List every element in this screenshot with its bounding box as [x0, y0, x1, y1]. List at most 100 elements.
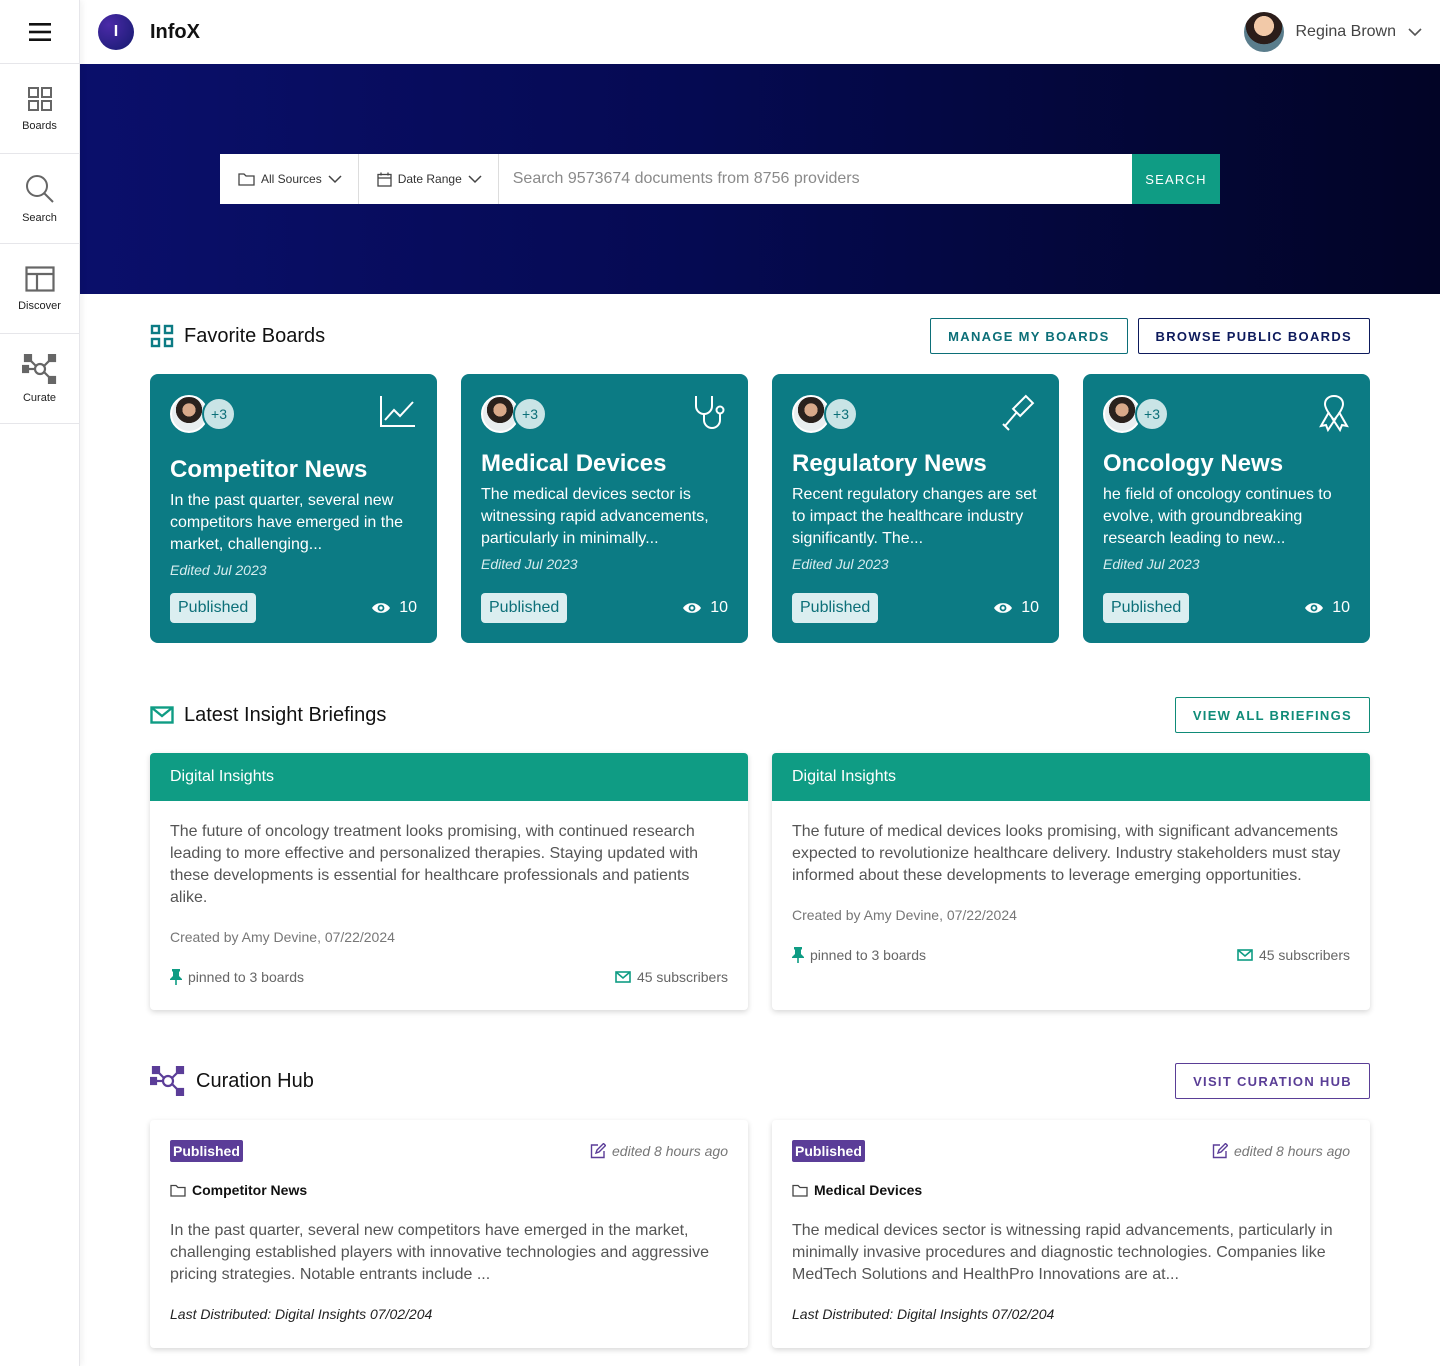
briefing-card[interactable]: Digital Insights The future of oncology … — [150, 753, 748, 1010]
eye-icon — [994, 603, 1013, 613]
ribbon-icon — [1319, 395, 1349, 432]
board-card[interactable]: +3 Competitor News In the past quarter, … — [150, 374, 437, 643]
last-distributed: Last Distributed: Digital Insights 07/02… — [792, 1306, 1055, 1322]
briefings-header: Latest Insight Briefings VIEW ALL BRIEFI… — [150, 697, 1370, 733]
mail-icon — [150, 706, 174, 724]
pin-icon — [170, 969, 182, 985]
status-badge: Published — [1103, 593, 1190, 623]
board-name: Competitor News — [192, 1182, 308, 1198]
app-logo[interactable]: I — [98, 14, 134, 50]
pinned-text: pinned to 3 boards — [188, 969, 304, 985]
subscribers-text: 45 subscribers — [636, 969, 728, 985]
favorite-boards-list: +3 Competitor News In the past quarter, … — [150, 374, 1370, 643]
view-count-value: 10 — [1021, 599, 1039, 616]
status-badge: Published — [170, 1140, 243, 1162]
sources-label: All Sources — [261, 172, 322, 186]
edited-text: edited 8 hours ago — [612, 1143, 728, 1159]
briefing-text: The future of medical devices looks prom… — [792, 823, 1341, 884]
board-edited: Edited Jul 2023 — [792, 556, 889, 572]
more-members-badge: +3 — [513, 397, 547, 431]
sidebar-item-label: Boards — [22, 119, 57, 132]
pin-icon — [792, 947, 804, 963]
date-range-dropdown[interactable]: Date Range — [359, 154, 499, 204]
hamburger-icon — [28, 22, 51, 41]
hero-banner: All Sources Date Range SEARCH — [80, 64, 1440, 294]
search-input[interactable] — [498, 154, 1132, 204]
folder-icon — [170, 1184, 186, 1197]
board-description: The medical devices sector is witnessing… — [481, 486, 709, 547]
edited-info: edited 8 hours ago — [590, 1143, 728, 1159]
browse-public-boards-button[interactable]: BROWSE PUBLIC BOARDS — [1137, 318, 1370, 354]
stethoscope-icon — [695, 396, 725, 429]
search-icon — [25, 174, 54, 203]
board-edited: Edited Jul 2023 — [1103, 556, 1200, 572]
curation-list: Published edited 8 hours ago Competitor … — [150, 1120, 1370, 1348]
view-all-briefings-button[interactable]: VIEW ALL BRIEFINGS — [1174, 697, 1370, 733]
board-card[interactable]: +3 Medical Devices The medical devices s… — [461, 374, 748, 643]
board-reference: Medical Devices — [792, 1182, 1350, 1198]
curation-card[interactable]: Published edited 8 hours ago Medical Dev… — [772, 1120, 1370, 1348]
folder-icon — [792, 1184, 808, 1197]
edit-icon — [590, 1143, 607, 1159]
folder-icon — [238, 173, 255, 186]
board-card[interactable]: +3 Regulatory News Recent regulatory cha… — [772, 374, 1059, 643]
more-members-badge: +3 — [202, 397, 236, 431]
search-button[interactable]: SEARCH — [1132, 154, 1220, 204]
edit-icon — [1212, 1143, 1229, 1159]
sidebar-item-search[interactable]: Search — [0, 154, 79, 244]
board-reference: Competitor News — [170, 1182, 728, 1198]
sidebar-item-label: Discover — [18, 299, 61, 312]
board-name: Medical Devices — [814, 1182, 923, 1198]
status-badge: Published — [792, 1140, 865, 1162]
briefing-header: Digital Insights — [772, 753, 1370, 801]
view-count: 10 — [371, 599, 417, 617]
board-title: Medical Devices — [481, 450, 667, 477]
board-edited: Edited Jul 2023 — [170, 562, 267, 578]
pinned-text: pinned to 3 boards — [810, 947, 926, 963]
section-title: Favorite Boards — [184, 324, 326, 347]
sidebar: Boards Search Discover Curate — [0, 0, 80, 1366]
avatar — [1243, 12, 1284, 52]
sidebar-item-discover[interactable]: Discover — [0, 244, 79, 334]
curation-card[interactable]: Published edited 8 hours ago Competitor … — [150, 1120, 748, 1348]
menu-button[interactable] — [0, 0, 79, 64]
subscribers-info: 45 subscribers — [615, 969, 728, 985]
manage-boards-button[interactable]: MANAGE MY BOARDS — [930, 318, 1128, 354]
more-members-badge: +3 — [1135, 397, 1169, 431]
status-badge: Published — [170, 593, 257, 623]
sidebar-item-curate[interactable]: Curate — [0, 334, 79, 424]
chevron-down-icon — [468, 174, 482, 183]
network-icon — [21, 353, 56, 384]
board-title: Competitor News — [170, 456, 368, 483]
board-description: In the past quarter, several new competi… — [170, 492, 404, 553]
section-title: Curation Hub — [196, 1069, 314, 1092]
chevron-down-icon — [328, 174, 342, 183]
curation-text: In the past quarter, several new competi… — [170, 1222, 710, 1283]
mail-icon — [615, 971, 631, 983]
gavel-icon — [1002, 394, 1035, 431]
user-name: Regina Brown — [1295, 23, 1397, 40]
app-name: InfoX — [150, 20, 200, 43]
briefing-card[interactable]: Digital Insights The future of medical d… — [772, 753, 1370, 1010]
board-card[interactable]: +3 Oncology News he field of oncology co… — [1083, 374, 1370, 643]
sidebar-item-label: Curate — [22, 391, 57, 404]
board-edited: Edited Jul 2023 — [481, 556, 578, 572]
visit-curation-hub-button[interactable]: VISIT CURATION HUB — [1175, 1063, 1370, 1099]
view-count-value: 10 — [710, 599, 728, 616]
briefing-created: Created by Amy Devine, 07/22/2024 — [170, 929, 395, 945]
edited-text: edited 8 hours ago — [1234, 1143, 1350, 1159]
user-menu[interactable]: Regina Brown — [1243, 12, 1423, 52]
sources-dropdown[interactable]: All Sources — [220, 154, 359, 204]
eye-icon — [372, 603, 391, 613]
network-icon — [150, 1066, 185, 1096]
last-distributed: Last Distributed: Digital Insights 07/02… — [170, 1306, 433, 1322]
sidebar-item-label: Search — [22, 211, 57, 224]
date-range-label: Date Range — [397, 172, 462, 186]
board-description: Recent regulatory changes are set to imp… — [792, 486, 1037, 547]
pinned-info: pinned to 3 boards — [170, 969, 304, 985]
eye-icon — [1305, 603, 1324, 613]
sidebar-item-boards[interactable]: Boards — [0, 64, 79, 154]
board-description: he field of oncology continues to evolve… — [1103, 486, 1332, 547]
more-members-badge: +3 — [824, 397, 858, 431]
layout-icon — [24, 265, 55, 292]
